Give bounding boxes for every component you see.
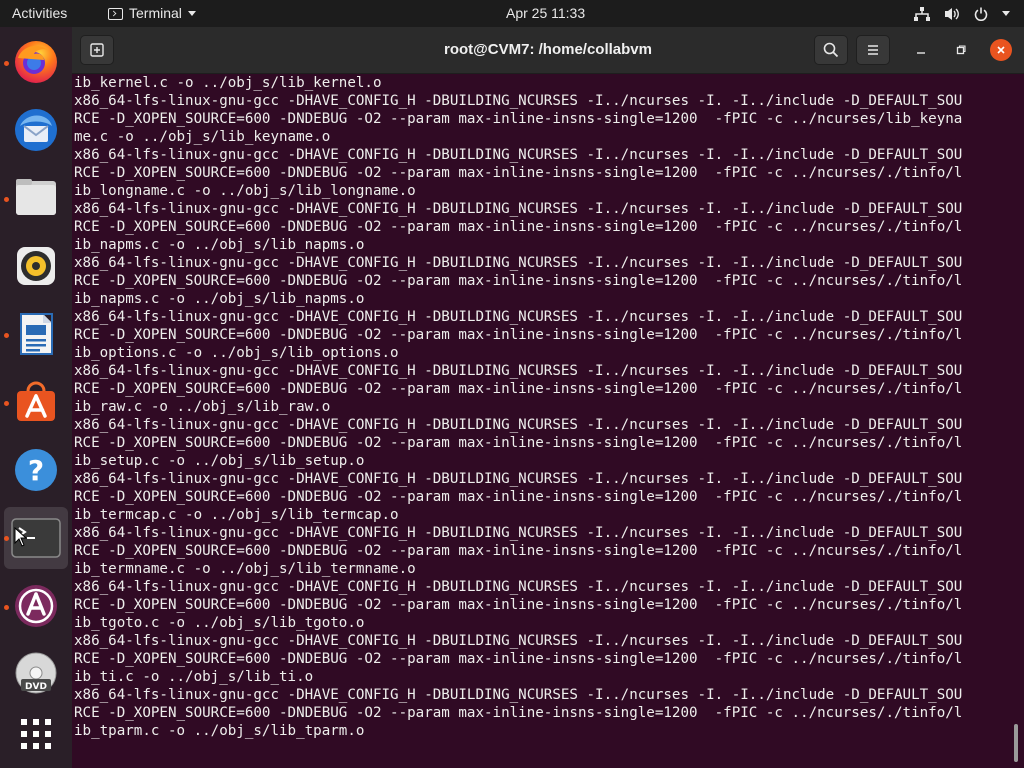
rhythmbox-icon: [17, 247, 55, 285]
network-icon: [914, 6, 930, 21]
activities-button[interactable]: Activities: [12, 0, 67, 27]
svg-text:?: ?: [28, 454, 44, 487]
terminal-line: RCE -D_XOPEN_SOURCE=600 -DNDEBUG -O2 --p…: [74, 435, 963, 451]
dock-item-firefox[interactable]: [4, 31, 68, 93]
terminal-line: RCE -D_XOPEN_SOURCE=600 -DNDEBUG -O2 --p…: [74, 327, 963, 343]
running-indicator: [4, 333, 9, 338]
terminal-line: ib_tgoto.c -o ../obj_s/lib_tgoto.o: [74, 615, 365, 631]
terminal-line: ib_termcap.c -o ../obj_s/lib_termcap.o: [74, 507, 399, 523]
terminal-line: x86_64-lfs-linux-gnu-gcc -DHAVE_CONFIG_H…: [74, 687, 963, 703]
dvd-icon: DVD: [15, 652, 57, 694]
terminal-line: RCE -D_XOPEN_SOURCE=600 -DNDEBUG -O2 --p…: [74, 597, 963, 613]
terminal-line: x86_64-lfs-linux-gnu-gcc -DHAVE_CONFIG_H…: [74, 525, 963, 541]
terminal-line: x86_64-lfs-linux-gnu-gcc -DHAVE_CONFIG_H…: [74, 147, 963, 163]
new-tab-icon: [90, 43, 104, 57]
chevron-down-icon: [187, 11, 196, 16]
terminal-line: RCE -D_XOPEN_SOURCE=600 -DNDEBUG -O2 --p…: [74, 489, 963, 505]
terminal-app-icon: [108, 7, 123, 20]
system-tray[interactable]: [914, 0, 1010, 27]
terminal-line: RCE -D_XOPEN_SOURCE=600 -DNDEBUG -O2 --p…: [74, 111, 963, 127]
terminal-line: ib_options.c -o ../obj_s/lib_options.o: [74, 345, 399, 361]
terminal-line: me.c -o ../obj_s/lib_keyname.o: [74, 129, 331, 145]
new-tab-button[interactable]: [80, 35, 114, 65]
menu-button[interactable]: [856, 35, 890, 65]
hamburger-icon: [868, 45, 878, 55]
terminal-line: RCE -D_XOPEN_SOURCE=600 -DNDEBUG -O2 --p…: [74, 219, 963, 235]
clock[interactable]: Apr 25 11:33: [506, 0, 585, 27]
close-icon: [997, 46, 1005, 54]
terminal-line: ib_tparm.c -o ../obj_s/lib_tparm.o: [74, 723, 365, 739]
svg-text:DVD: DVD: [25, 682, 47, 692]
dock-item-files[interactable]: [4, 167, 68, 229]
terminal-line: x86_64-lfs-linux-gnu-gcc -DHAVE_CONFIG_H…: [74, 93, 963, 109]
mouse-pointer-icon: [14, 527, 28, 547]
dock-item-libreoffice-writer[interactable]: [4, 303, 68, 365]
firefox-icon: [15, 41, 57, 83]
files-icon: [16, 179, 56, 215]
scrollbar[interactable]: [1014, 724, 1018, 762]
search-icon: [823, 42, 839, 58]
header-bar[interactable]: root@CVM7: /home/collabvm: [72, 27, 1024, 74]
restore-icon: [956, 45, 966, 55]
minimize-icon: [917, 52, 925, 54]
terminal-line: ib_napms.c -o ../obj_s/lib_napms.o: [74, 291, 365, 307]
terminal-line: ib_longname.c -o ../obj_s/lib_longname.o: [74, 183, 416, 199]
writer-icon: [20, 313, 53, 355]
terminal-line: RCE -D_XOPEN_SOURCE=600 -DNDEBUG -O2 --p…: [74, 273, 963, 289]
running-indicator: [4, 605, 9, 610]
software-icon: [17, 381, 55, 421]
terminal-line: RCE -D_XOPEN_SOURCE=600 -DNDEBUG -O2 --p…: [74, 381, 963, 397]
dock: ? DVD: [0, 27, 72, 768]
terminal-line: ib_termname.c -o ../obj_s/lib_termname.o: [74, 561, 416, 577]
dock-item-thunderbird[interactable]: [4, 99, 68, 161]
terminal-line: ib_napms.c -o ../obj_s/lib_napms.o: [74, 237, 365, 253]
terminal-line: x86_64-lfs-linux-gnu-gcc -DHAVE_CONFIG_H…: [74, 255, 963, 271]
terminal-window: root@CVM7: /home/collabvm ib_kernel.c -o…: [72, 27, 1024, 768]
running-indicator: [4, 536, 9, 541]
terminal-line: x86_64-lfs-linux-gnu-gcc -DHAVE_CONFIG_H…: [74, 201, 963, 217]
terminal-line: ib_ti.c -o ../obj_s/lib_ti.o: [74, 669, 314, 685]
dock-item-dvd[interactable]: DVD: [4, 643, 68, 705]
system-menu-caret-icon: [1002, 11, 1010, 16]
top-bar: Activities Terminal Apr 25 11:33: [0, 0, 1024, 27]
terminal-line: x86_64-lfs-linux-gnu-gcc -DHAVE_CONFIG_H…: [74, 309, 963, 325]
app-menu[interactable]: Terminal: [108, 0, 196, 27]
close-button[interactable]: [990, 39, 1012, 61]
terminal-line: RCE -D_XOPEN_SOURCE=600 -DNDEBUG -O2 --p…: [74, 543, 963, 559]
thunderbird-icon: [15, 109, 57, 151]
dock-item-rhythmbox[interactable]: [4, 235, 68, 297]
app-menu-label: Terminal: [129, 5, 182, 21]
terminal-line: ib_kernel.c -o ../obj_s/lib_kernel.o: [74, 75, 382, 91]
running-indicator: [4, 61, 9, 66]
power-icon: [974, 7, 988, 21]
dock-item-help[interactable]: ?: [4, 439, 68, 501]
terminal-line: x86_64-lfs-linux-gnu-gcc -DHAVE_CONFIG_H…: [74, 633, 963, 649]
running-indicator: [4, 401, 9, 406]
dock-item-ubuntu-software[interactable]: [4, 371, 68, 433]
terminal-line: ib_setup.c -o ../obj_s/lib_setup.o: [74, 453, 365, 469]
terminal-line: ib_raw.c -o ../obj_s/lib_raw.o: [74, 399, 331, 415]
search-button[interactable]: [814, 35, 848, 65]
help-icon: ?: [15, 449, 57, 491]
maximize-button[interactable]: [950, 39, 972, 61]
terminal-line: x86_64-lfs-linux-gnu-gcc -DHAVE_CONFIG_H…: [74, 579, 963, 595]
terminal-line: x86_64-lfs-linux-gnu-gcc -DHAVE_CONFIG_H…: [74, 471, 963, 487]
terminal-line: x86_64-lfs-linux-gnu-gcc -DHAVE_CONFIG_H…: [74, 417, 963, 433]
terminal-line: RCE -D_XOPEN_SOURCE=600 -DNDEBUG -O2 --p…: [74, 651, 963, 667]
dock-item-software-updater[interactable]: [4, 575, 68, 637]
app-grid-icon: [21, 719, 51, 749]
terminal-output[interactable]: ib_kernel.c -o ../obj_s/lib_kernel.o x86_…: [74, 74, 1010, 768]
dock-item-show-applications[interactable]: [4, 703, 68, 765]
terminal-line: RCE -D_XOPEN_SOURCE=600 -DNDEBUG -O2 --p…: [74, 705, 963, 721]
running-indicator: [4, 197, 9, 202]
terminal-line: RCE -D_XOPEN_SOURCE=600 -DNDEBUG -O2 --p…: [74, 165, 963, 181]
minimize-button[interactable]: [910, 39, 932, 61]
volume-icon: [944, 7, 960, 21]
terminal-line: x86_64-lfs-linux-gnu-gcc -DHAVE_CONFIG_H…: [74, 363, 963, 379]
updater-icon: [15, 585, 57, 627]
